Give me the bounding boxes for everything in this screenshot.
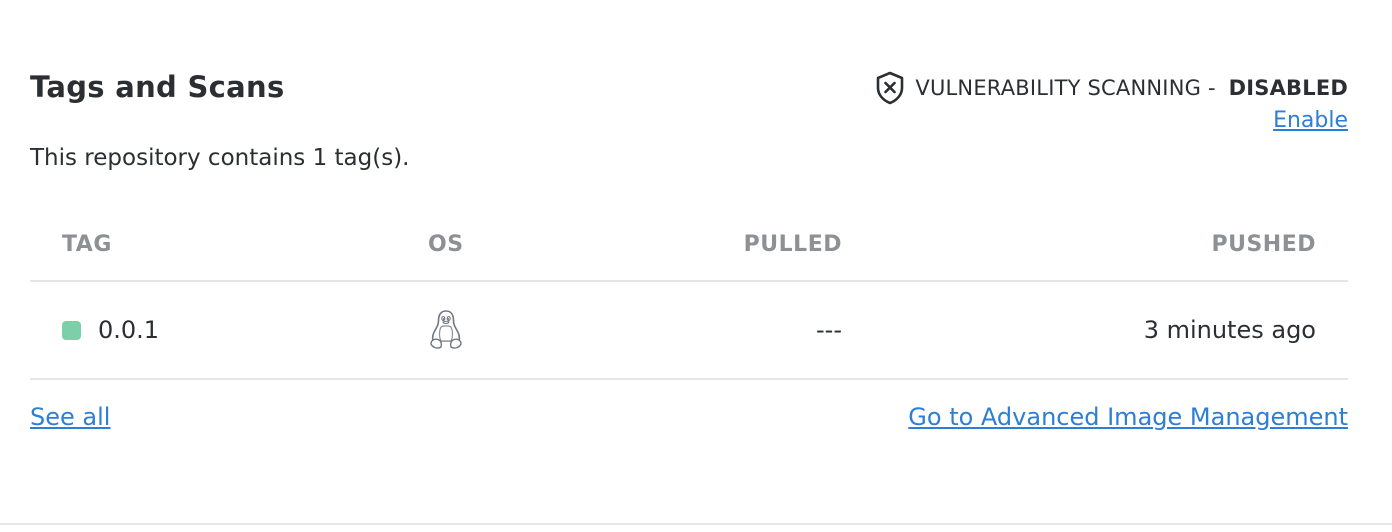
column-header-tag: TAG bbox=[62, 232, 112, 257]
enable-scanning-link[interactable]: Enable bbox=[1273, 108, 1348, 133]
scanning-state: DISABLED bbox=[1228, 76, 1348, 100]
status-indicator bbox=[62, 320, 81, 340]
linux-tux-icon bbox=[428, 308, 464, 352]
tags-and-scans-panel: Tags and Scans VULNERABILITY SCANNING - … bbox=[30, 0, 1348, 523]
column-header-pushed: PUSHED bbox=[1211, 232, 1316, 257]
pushed-value: 3 minutes ago bbox=[1143, 316, 1316, 344]
divider bbox=[0, 523, 1392, 525]
see-all-link[interactable]: See all bbox=[30, 403, 110, 431]
repository-tag-count: This repository contains 1 tag(s). bbox=[30, 145, 410, 171]
vulnerability-scanning-status: VULNERABILITY SCANNING - DISABLED bbox=[875, 71, 1348, 105]
tags-table-header: TAG OS PULLED PUSHED bbox=[30, 210, 1348, 282]
advanced-image-management-link[interactable]: Go to Advanced Image Management bbox=[908, 403, 1348, 431]
tags-table: TAG OS PULLED PUSHED 0.0.1 --- 3 minutes… bbox=[30, 210, 1348, 380]
pulled-value: --- bbox=[816, 316, 842, 344]
column-header-os: OS bbox=[428, 232, 464, 257]
tag-cell: 0.0.1 bbox=[62, 316, 159, 344]
scanning-label: VULNERABILITY SCANNING - bbox=[915, 76, 1223, 100]
table-row[interactable]: 0.0.1 --- 3 minutes ago bbox=[30, 282, 1348, 380]
column-header-pulled: PULLED bbox=[743, 232, 842, 257]
section-title: Tags and Scans bbox=[30, 70, 285, 104]
shield-x-icon bbox=[875, 71, 905, 105]
tag-name[interactable]: 0.0.1 bbox=[98, 316, 159, 344]
